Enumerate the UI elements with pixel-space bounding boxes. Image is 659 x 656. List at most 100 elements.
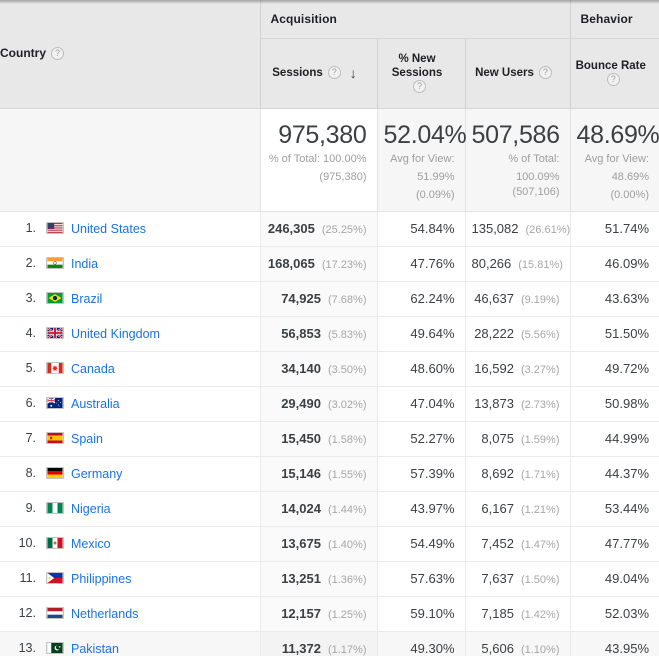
table-row[interactable]: 10. Mexico 13,675 (1.40%) 54.49% 7,452 (1.47%)… xyxy=(0,526,659,562)
new-users-help-icon[interactable]: ? xyxy=(538,66,552,79)
table-row[interactable]: 5. Canada 34,140 (3.50%) 48.60% 16,592 (3.27%)… xyxy=(0,351,659,387)
country-link[interactable]: Pakistan xyxy=(71,641,119,655)
table-row[interactable]: 9. Nigeria 14,024 (1.44%) 43.97% 6,167 (1.21%)… xyxy=(0,491,659,527)
pct-new-sessions-cell: 62.24% xyxy=(377,281,466,317)
summary-new-users-sub2: 100.09% (507,106) xyxy=(512,170,560,198)
summary-sessions-cell: 975,380 % of Total: 100.00% (975,380) xyxy=(260,108,378,212)
pct-new-sessions-cell: 49.64% xyxy=(377,316,466,352)
flag-es-icon xyxy=(46,432,64,445)
bounce-rate-value: 51.74% xyxy=(604,220,649,236)
pct-new-sessions-cell: 48.60% xyxy=(377,351,466,387)
country-link[interactable]: Philippines xyxy=(71,571,131,585)
pct-new-sessions-value: 54.49% xyxy=(410,535,455,551)
bounce-rate-cell: 51.74% xyxy=(570,211,659,247)
country-link[interactable]: Netherlands xyxy=(71,606,138,620)
sessions-percent: (25.25%) xyxy=(321,223,367,236)
header-group-acquisition: Acquisition xyxy=(260,0,571,39)
table-row[interactable]: 8. Germany 15,146 (1.55%) 57.39% 8,692 (1.71%)… xyxy=(0,456,659,492)
country-cell: 6. Australia xyxy=(0,386,261,422)
table-body: 975,380 % of Total: 100.00% (975,380) 52… xyxy=(0,108,659,656)
country-link[interactable]: India xyxy=(71,256,98,270)
country-link[interactable]: United States xyxy=(71,221,146,235)
bounce-rate-cell: 44.37% xyxy=(570,456,659,492)
table-row[interactable]: 11. Philippines 13,251 (1.36%) 57.63% 7,637 (1… xyxy=(0,561,659,597)
pct-new-sessions-help-icon[interactable]: ? xyxy=(413,79,426,93)
new-users-value: 8,075 xyxy=(481,430,514,446)
table-row[interactable]: 4. United Kingdom 56,853 (5.83%) 49.64% 28,22… xyxy=(0,316,659,352)
pct-new-sessions-cell: 47.76% xyxy=(377,246,466,282)
sessions-help-icon[interactable]: ? xyxy=(327,66,341,79)
country-cell: 12. Netherlands xyxy=(0,596,261,632)
summary-new-users-sub1: % of Total: xyxy=(508,152,560,165)
sessions-value: 56,853 xyxy=(281,325,321,341)
summary-pct-new-sessions-sub1: Avg for View: xyxy=(390,152,455,165)
table-row[interactable]: 3. Brazil 74,925 (7.68%) 62.24% 46,637 (9.19%)… xyxy=(0,281,659,317)
header-group-behavior: Behavior xyxy=(570,0,659,39)
bounce-rate-value: 51.50% xyxy=(604,325,649,341)
row-rank: 12. xyxy=(18,606,36,621)
table-row[interactable]: 1. United States 246,305 (25.25%) 54.84% 135,… xyxy=(0,211,659,247)
row-rank: 6. xyxy=(25,396,36,411)
new-users-value: 7,637 xyxy=(481,570,514,586)
flag-de-icon xyxy=(46,467,64,480)
table-row[interactable]: 7. Spain 15,450 (1.58%) 52.27% 8,075 (1.59%) 44… xyxy=(0,421,659,457)
new-users-value: 13,873 xyxy=(474,395,514,411)
flag-gb-icon xyxy=(46,327,64,340)
summary-sessions-sub2: (975,380) xyxy=(319,170,367,183)
new-users-value: 46,637 xyxy=(474,290,514,306)
column-header-bounce-rate[interactable]: Bounce Rate? xyxy=(570,38,659,109)
new-users-value: 80,266 xyxy=(471,255,512,271)
new-users-percent: (5.56%) xyxy=(520,328,560,341)
bounce-rate-help-icon[interactable]: ? xyxy=(606,72,620,86)
country-link[interactable]: Spain xyxy=(71,431,103,445)
new-users-cell: 8,075 (1.59%) xyxy=(465,421,571,457)
new-users-value: 7,452 xyxy=(481,535,514,551)
sessions-cell: 34,140 (3.50%) xyxy=(260,351,378,387)
sessions-value: 14,024 xyxy=(281,500,321,516)
country-link[interactable]: Mexico xyxy=(71,536,111,550)
sessions-percent: (3.50%) xyxy=(327,363,367,376)
summary-bounce-rate-value: 48.69% xyxy=(576,120,659,149)
column-header-pct-new-sessions[interactable]: % New Sessions? xyxy=(377,38,466,109)
new-users-cell: 135,082 (26.61%) xyxy=(465,211,571,247)
column-header-new-users-label: New Users xyxy=(475,67,534,80)
sessions-cell: 12,157 (1.25%) xyxy=(260,596,378,632)
table-row[interactable]: 13. Pakistan 11,372 (1.17%) 49.30% 5,606 (1.10… xyxy=(0,631,659,656)
pct-new-sessions-value: 62.24% xyxy=(410,290,455,306)
row-rank: 2. xyxy=(25,256,36,271)
country-link[interactable]: Germany xyxy=(71,466,122,480)
sessions-cell: 56,853 (5.83%) xyxy=(260,316,378,352)
sessions-value: 34,140 xyxy=(281,360,321,376)
country-link[interactable]: Canada xyxy=(71,361,115,375)
country-cell: 5. Canada xyxy=(0,351,261,387)
new-users-cell: 7,185 (1.42%) xyxy=(465,596,571,632)
table-row[interactable]: 6. Australia 29,490 (3.02%) 47.04% 13,873 (2.7… xyxy=(0,386,659,422)
country-help-icon[interactable]: ? xyxy=(51,47,64,61)
column-header-sessions[interactable]: Sessions? ↓ xyxy=(260,38,378,109)
country-link[interactable]: Australia xyxy=(71,396,120,410)
summary-bounce-rate-cell: 48.69% Avg for View: 48.69% (0.00%) xyxy=(570,108,659,212)
pct-new-sessions-cell: 54.84% xyxy=(377,211,466,247)
flag-pk-icon xyxy=(46,642,64,655)
country-link[interactable]: United Kingdom xyxy=(71,326,160,340)
summary-pct-new-sessions-sub2: 51.99% xyxy=(417,170,455,183)
sessions-value: 29,490 xyxy=(281,395,321,411)
summary-pct-new-sessions-sub3: (0.09%) xyxy=(415,188,455,201)
flag-us-icon xyxy=(46,222,64,235)
sessions-percent: (17.23%) xyxy=(321,258,367,271)
country-link[interactable]: Brazil xyxy=(71,291,102,305)
column-header-new-users[interactable]: New Users? xyxy=(465,38,571,109)
table-row[interactable]: 12. Netherlands 12,157 (1.25%) 59.10% 7,185 (1… xyxy=(0,596,659,632)
bounce-rate-value: 43.95% xyxy=(604,640,649,656)
summary-pct-new-sessions-value: 52.04% xyxy=(383,120,467,149)
new-users-percent: (2.73%) xyxy=(520,398,560,411)
pct-new-sessions-value: 43.97% xyxy=(410,500,455,516)
sessions-sort-descending-icon[interactable]: ↓ xyxy=(350,66,357,80)
bounce-rate-value: 43.63% xyxy=(604,290,649,306)
country-cell: 3. Brazil xyxy=(0,281,261,317)
dimension-header-country[interactable]: Country? xyxy=(0,0,261,109)
table-row[interactable]: 2. India 168,065 (17.23%) 47.76% 80,266 (15.81… xyxy=(0,246,659,282)
country-link[interactable]: Nigeria xyxy=(71,501,111,515)
country-cell: 10. Mexico xyxy=(0,526,261,562)
bounce-rate-value: 44.37% xyxy=(604,465,649,481)
